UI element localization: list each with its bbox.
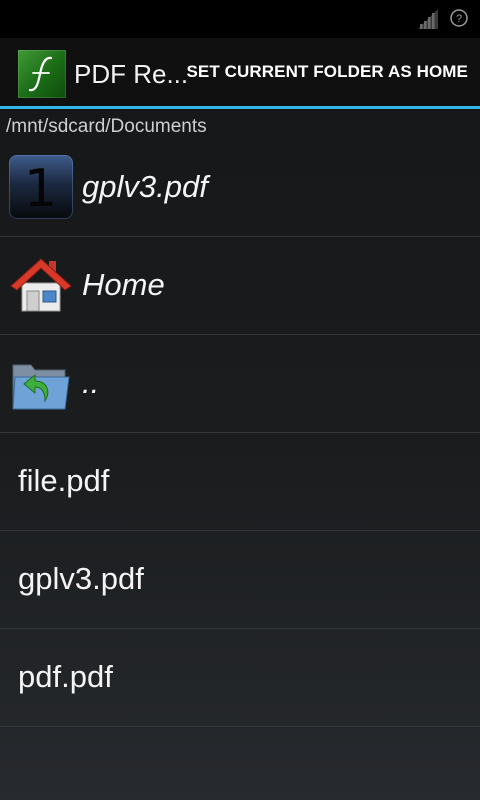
app-title: PDF Re... [74, 59, 189, 89]
question-circle-icon[interactable]: ? [450, 9, 468, 27]
list-item-file[interactable]: file.pdf [0, 433, 480, 531]
signal-strength-icon [418, 9, 438, 29]
house-icon [10, 258, 72, 312]
recent-file-icon-number: 1 [24, 159, 58, 219]
status-bar: ? [0, 0, 480, 38]
recent-file-icon: 1 [9, 155, 73, 219]
set-home-folder-button[interactable]: SET CURRENT FOLDER AS HOME [186, 62, 468, 82]
file-name: gplv3.pdf [18, 561, 144, 596]
action-bar: PDF Re... SET CURRENT FOLDER AS HOME [0, 38, 480, 106]
file-name: file.pdf [18, 463, 110, 498]
file-name: pdf.pdf [18, 659, 113, 694]
pdf-reader-logo-icon[interactable] [18, 50, 66, 98]
svg-text:?: ? [456, 13, 462, 25]
current-path: /mnt/sdcard/Documents [6, 116, 207, 137]
home-label: Home [82, 267, 165, 302]
list-item-file[interactable]: pdf.pdf [0, 629, 480, 727]
list-item-file[interactable]: gplv3.pdf [0, 531, 480, 629]
folder-up-icon [12, 364, 70, 410]
recent-file-label: gplv3.pdf [82, 169, 208, 204]
file-list: 1 gplv3.pdf Home .. file.pdf gplv3.pdf p… [0, 139, 480, 727]
screen: ? PDF Re... SET CURRENT FOLDER AS HOME /… [0, 0, 480, 800]
list-item-recent[interactable]: 1 gplv3.pdf [0, 139, 480, 237]
action-bar-divider [0, 106, 480, 109]
list-item-home[interactable]: Home [0, 237, 480, 335]
parent-folder-label: .. [82, 365, 100, 400]
list-item-parent-folder[interactable]: .. [0, 335, 480, 433]
